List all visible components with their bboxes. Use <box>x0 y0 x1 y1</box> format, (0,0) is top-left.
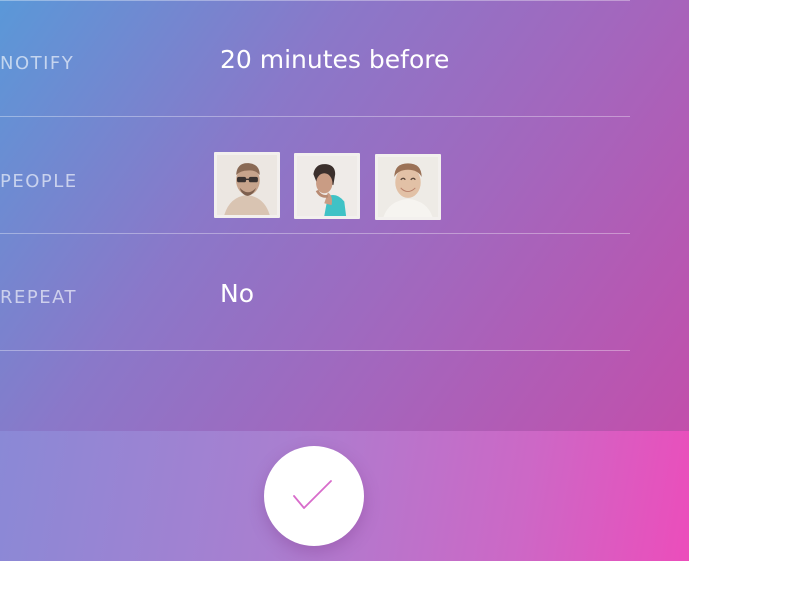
repeat-label: REPEAT <box>0 287 78 308</box>
event-form: NOTIFY 20 minutes before PEOPLE REPEAT N… <box>0 0 689 431</box>
person-photo-3 <box>378 157 438 217</box>
avatar[interactable] <box>375 154 441 220</box>
checkmark-icon <box>293 480 332 509</box>
notify-label: NOTIFY <box>0 53 75 74</box>
confirm-button[interactable] <box>264 446 364 546</box>
divider <box>0 233 630 234</box>
divider <box>0 350 630 351</box>
repeat-value[interactable]: No <box>220 279 254 308</box>
person-photo-2 <box>297 156 357 216</box>
divider <box>0 116 630 117</box>
person-photo-1 <box>217 155 277 215</box>
divider <box>0 0 630 1</box>
notify-value[interactable]: 20 minutes before <box>220 45 449 74</box>
event-details-card: NOTIFY 20 minutes before PEOPLE REPEAT N… <box>0 0 689 561</box>
people-label: PEOPLE <box>0 171 78 192</box>
avatar[interactable] <box>214 152 280 218</box>
avatar[interactable] <box>294 153 360 219</box>
